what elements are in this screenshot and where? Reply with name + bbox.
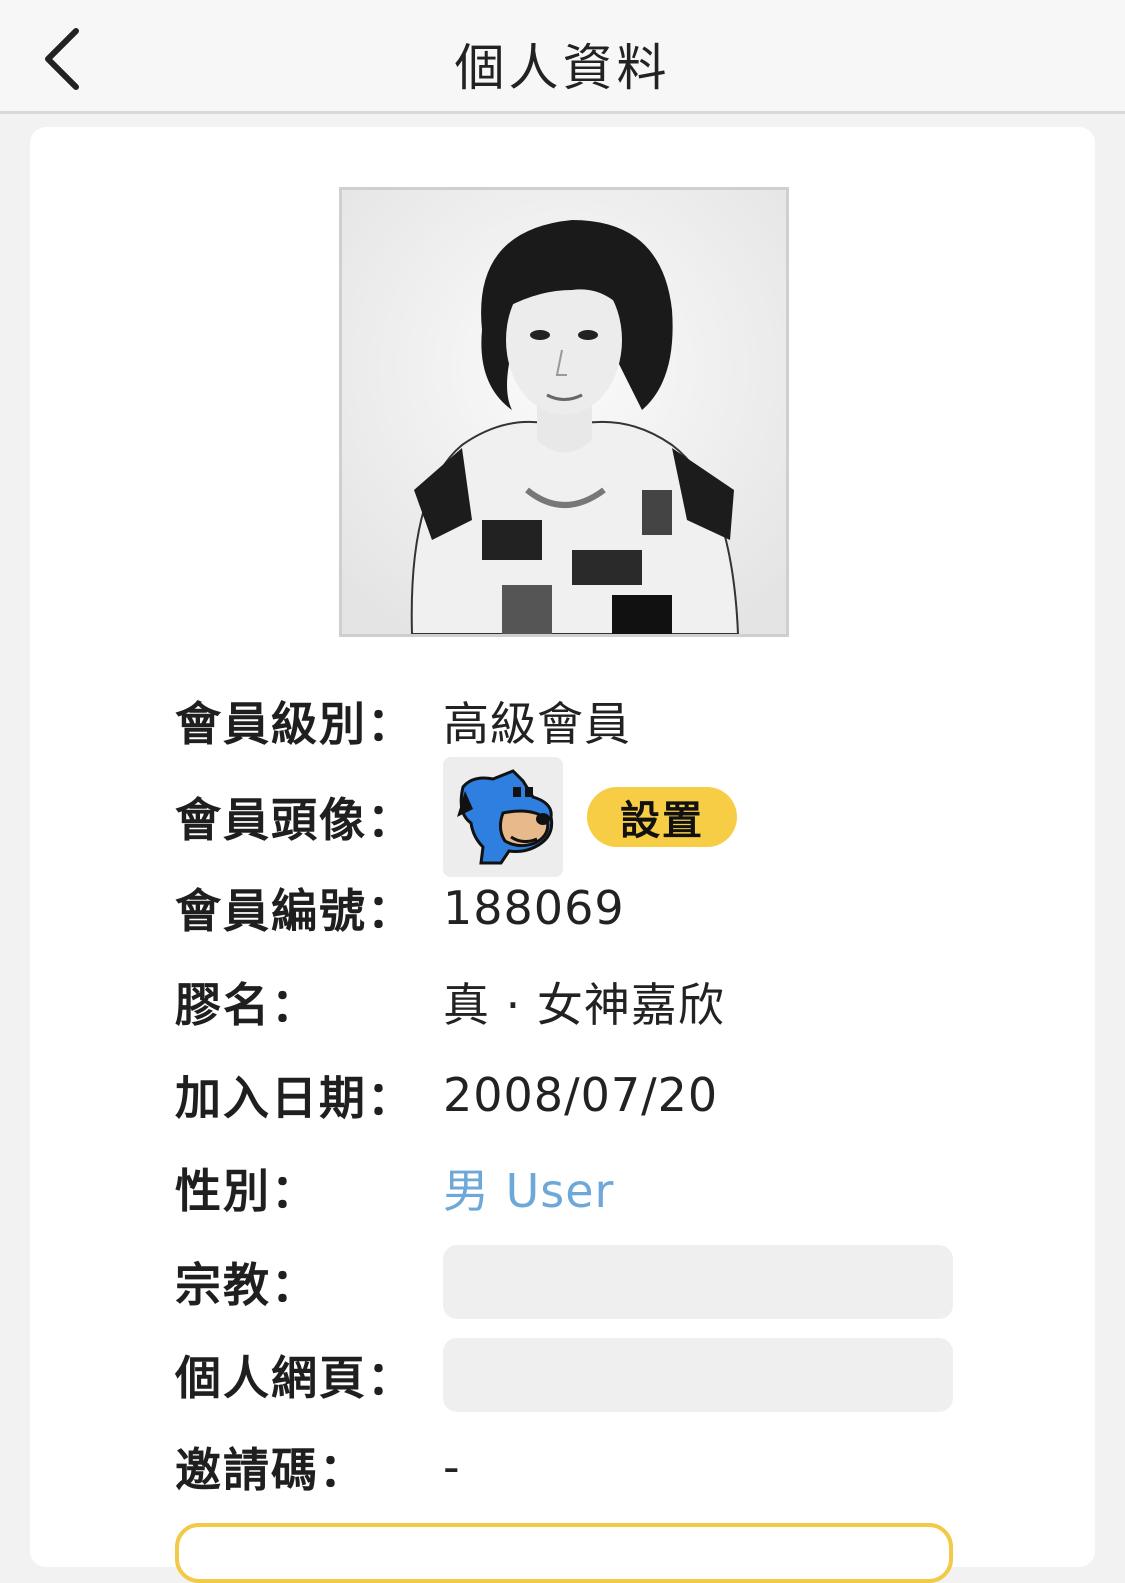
member-level-label: 會員級別： bbox=[175, 697, 415, 751]
member-id-value: 188069 bbox=[443, 881, 625, 935]
homepage-label: 個人網頁： bbox=[175, 1351, 415, 1405]
row-invite-code: 邀請碼： - bbox=[175, 1432, 461, 1502]
nav-bar: 個人資料 bbox=[0, 0, 1125, 114]
row-member-id: 會員編號： 188069 bbox=[175, 873, 625, 943]
invite-code-label: 邀請碼： bbox=[175, 1443, 367, 1497]
gender-value-link[interactable]: 男 User bbox=[443, 1155, 614, 1221]
gender-label: 性別： bbox=[175, 1164, 319, 1218]
member-avatar[interactable] bbox=[443, 757, 563, 877]
row-member-level: 會員級別： 高級會員 bbox=[175, 686, 631, 756]
row-join-date: 加入日期： 2008/07/20 bbox=[175, 1060, 718, 1130]
row-nickname: 膠名： 真 · 女神嘉欣 bbox=[175, 967, 725, 1037]
profile-photo[interactable] bbox=[339, 187, 789, 637]
nickname-value: 真 · 女神嘉欣 bbox=[443, 978, 725, 1032]
join-date-label: 加入日期： bbox=[175, 1071, 415, 1125]
page-title: 個人資料 bbox=[454, 39, 671, 97]
set-avatar-button[interactable]: 設置 bbox=[587, 787, 737, 847]
nickname-label: 膠名： bbox=[175, 978, 319, 1032]
row-member-avatar: 會員頭像： 設置 bbox=[175, 756, 737, 878]
join-date-value: 2008/07/20 bbox=[443, 1068, 719, 1122]
row-homepage: 個人網頁： bbox=[175, 1336, 953, 1414]
row-gender: 性別： 男 User bbox=[175, 1153, 614, 1223]
cartoon-dog-avatar bbox=[443, 757, 563, 877]
member-id-label: 會員編號： bbox=[175, 884, 415, 938]
portrait-image bbox=[342, 190, 786, 634]
member-avatar-label: 會員頭像： bbox=[175, 793, 415, 847]
bottom-action-button[interactable] bbox=[175, 1523, 953, 1583]
profile-card: 會員級別： 高級會員 會員頭像： 設置 會員編號： 188069 膠名： 真 ·… bbox=[30, 127, 1095, 1583]
invite-code-value: - bbox=[443, 1440, 461, 1494]
religion-label: 宗教： bbox=[175, 1258, 319, 1312]
row-religion: 宗教： bbox=[175, 1243, 953, 1321]
member-level-value: 高級會員 bbox=[443, 697, 631, 751]
religion-input[interactable] bbox=[443, 1245, 953, 1319]
homepage-input[interactable] bbox=[443, 1338, 953, 1412]
